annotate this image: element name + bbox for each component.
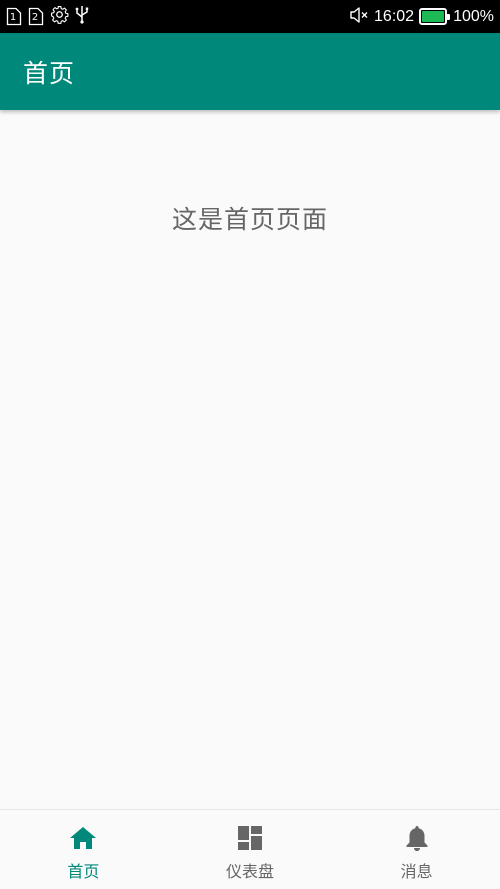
nav-item-home[interactable]: 首页 [0,810,167,889]
nav-label-dashboard: 仪表盘 [226,862,275,881]
mute-icon [349,6,369,28]
status-bar-left: 1 2 [6,5,95,28]
dashboard-icon [236,824,264,852]
battery-icon [419,8,451,25]
usb-icon [75,5,89,28]
status-bar: 1 2 16:02 100% [0,0,500,33]
nav-item-dashboard[interactable]: 仪表盘 [167,810,334,889]
nav-label-home: 首页 [67,862,100,881]
sim-2-label: 2 [31,11,39,23]
main-content: 这是首页页面 [0,110,500,809]
status-time: 16:02 [374,7,415,25]
sim-2-icon: 2 [28,7,44,26]
battery-level-fill [422,11,445,22]
bell-icon [403,824,431,852]
bottom-navigation: 首页 仪表盘 消息 [0,809,500,889]
nav-label-messages: 消息 [400,862,433,881]
status-bar-right: 16:02 100% [344,6,494,28]
sim-1-icon: 1 [6,7,22,26]
battery-percent: 100% [453,7,494,25]
app-bar: 首页 [0,33,500,110]
page-text: 这是首页页面 [171,205,328,234]
nav-item-messages[interactable]: 消息 [333,810,500,889]
sim-1-label: 1 [9,11,17,23]
home-icon [69,824,97,852]
page-title: 首页 [23,58,76,88]
settings-icon [50,5,69,28]
